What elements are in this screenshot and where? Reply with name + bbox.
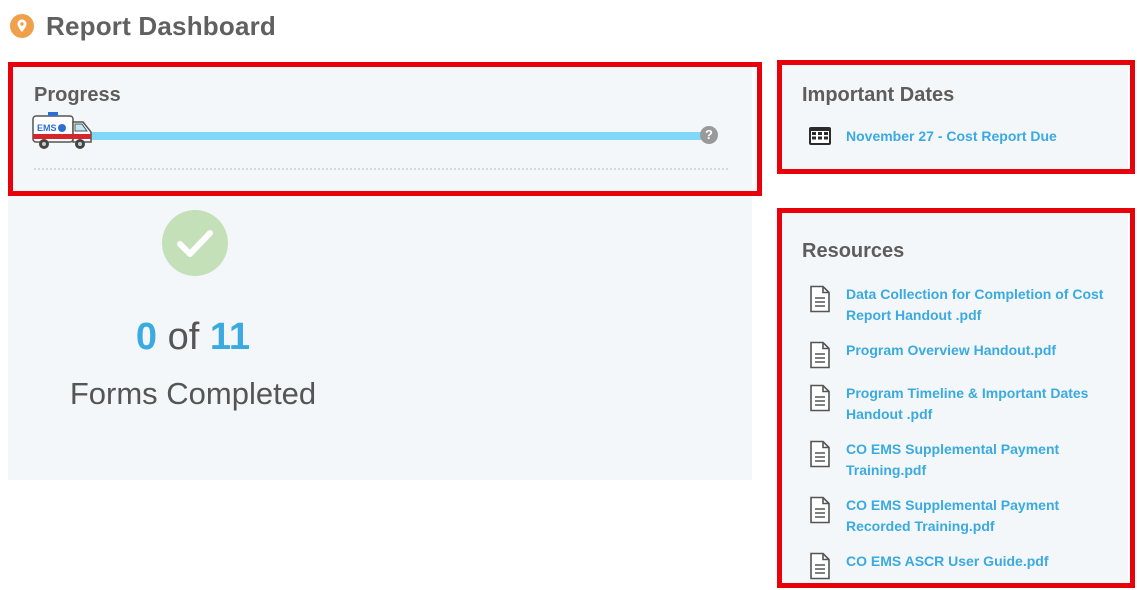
highlight-box-progress bbox=[8, 62, 762, 196]
page-title: Report Dashboard bbox=[46, 10, 277, 41]
check-icon bbox=[162, 210, 228, 276]
highlight-box-important-dates bbox=[777, 60, 1135, 174]
of-text: of bbox=[167, 316, 200, 358]
highlight-box-resources bbox=[777, 208, 1135, 588]
forms-count: 0 of 11 bbox=[68, 316, 318, 359]
total-count: 11 bbox=[209, 316, 251, 358]
forms-completed-label: Forms Completed bbox=[69, 376, 317, 411]
completed-count: 0 bbox=[135, 316, 158, 358]
page-header: Report Dashboard bbox=[10, 8, 276, 44]
location-pin-icon bbox=[10, 14, 34, 38]
